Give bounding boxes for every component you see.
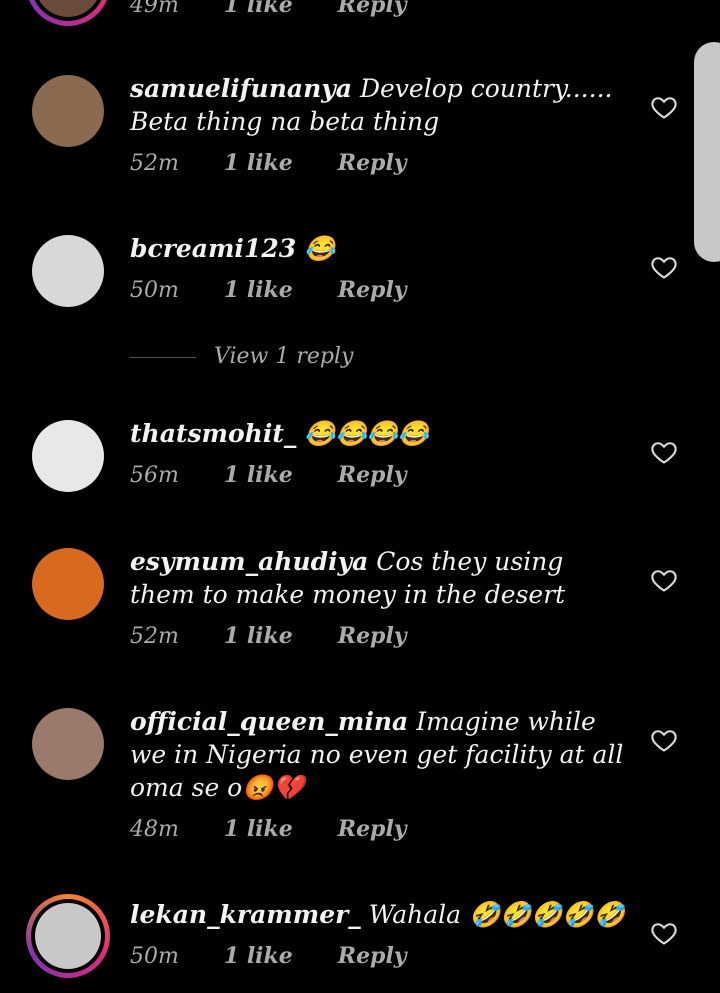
- like-count[interactable]: 1 like: [224, 277, 293, 303]
- reply-button[interactable]: Reply: [338, 623, 407, 649]
- username[interactable]: bcreami123: [130, 234, 296, 263]
- scrollbar[interactable]: [694, 42, 720, 262]
- username[interactable]: lekan_krammer_: [130, 900, 361, 929]
- avatar[interactable]: [32, 708, 104, 780]
- like-count[interactable]: 1 like: [224, 816, 293, 842]
- heart-icon[interactable]: [650, 919, 678, 947]
- comment-meta: 50m 1 like Reply: [130, 277, 445, 303]
- comment-time: 50m: [130, 944, 179, 969]
- comment-body: 😂: [304, 234, 336, 263]
- avatar[interactable]: [32, 235, 104, 307]
- heart-icon[interactable]: [650, 93, 678, 121]
- like-count[interactable]: 1 like: [224, 462, 293, 488]
- comment-time: 52m: [130, 624, 179, 649]
- divider: [130, 356, 196, 358]
- username[interactable]: official_queen_mina: [130, 707, 408, 736]
- comment-text: esymum_ahudiya Cos they using them to ma…: [130, 545, 630, 611]
- comment-meta: 56m 1 like Reply: [130, 462, 445, 488]
- username[interactable]: thatsmohit_: [130, 419, 296, 448]
- like-count[interactable]: 1 like: [224, 623, 293, 649]
- comment-meta: 52m 1 like Reply: [130, 150, 445, 176]
- reply-button[interactable]: Reply: [338, 0, 407, 18]
- comment-time: 50m: [130, 278, 179, 303]
- comment-time: 52m: [130, 151, 179, 176]
- reply-button[interactable]: Reply: [338, 943, 407, 969]
- reply-button[interactable]: Reply: [338, 150, 407, 176]
- comment-text: lekan_krammer_ Wahala 🤣🤣🤣🤣🤣: [130, 898, 630, 931]
- avatar[interactable]: [32, 420, 104, 492]
- like-count[interactable]: 1 like: [224, 943, 293, 969]
- comment-meta: 50m 1 like Reply: [130, 943, 445, 969]
- heart-icon[interactable]: [650, 726, 678, 754]
- comment-body: Wahala 🤣🤣🤣🤣🤣: [368, 900, 625, 929]
- comment-text: official_queen_mina Imagine while we in …: [130, 705, 630, 804]
- view-replies-label: View 1 reply: [214, 344, 354, 369]
- comment-time: 49m: [130, 0, 179, 18]
- reply-button[interactable]: Reply: [338, 816, 407, 842]
- comment-meta: 48m 1 like Reply: [130, 816, 445, 842]
- avatar[interactable]: [26, 894, 110, 978]
- comment-body: 😂😂😂😂: [304, 419, 429, 448]
- comment-meta: 52m 1 like Reply: [130, 623, 445, 649]
- reply-button[interactable]: Reply: [338, 462, 407, 488]
- username[interactable]: esymum_ahudiya: [130, 547, 368, 576]
- comment-meta: 49m 1 like Reply: [130, 0, 445, 18]
- view-replies-button[interactable]: View 1 reply: [130, 344, 353, 369]
- like-count[interactable]: 1 like: [224, 0, 293, 18]
- heart-icon[interactable]: [650, 253, 678, 281]
- avatar[interactable]: [32, 75, 104, 147]
- heart-icon[interactable]: [650, 438, 678, 466]
- heart-icon[interactable]: [650, 566, 678, 594]
- username[interactable]: samuelifunanya: [130, 74, 352, 103]
- reply-button[interactable]: Reply: [338, 277, 407, 303]
- comment-time: 56m: [130, 463, 179, 488]
- like-count[interactable]: 1 like: [224, 150, 293, 176]
- comment-time: 48m: [130, 817, 179, 842]
- comment-text: thatsmohit_ 😂😂😂😂: [130, 417, 630, 450]
- avatar[interactable]: [32, 548, 104, 620]
- comment-text: bcreami123 😂: [130, 232, 630, 265]
- comment-text: samuelifunanya Develop country...... Bet…: [130, 72, 630, 138]
- avatar[interactable]: [26, 0, 110, 26]
